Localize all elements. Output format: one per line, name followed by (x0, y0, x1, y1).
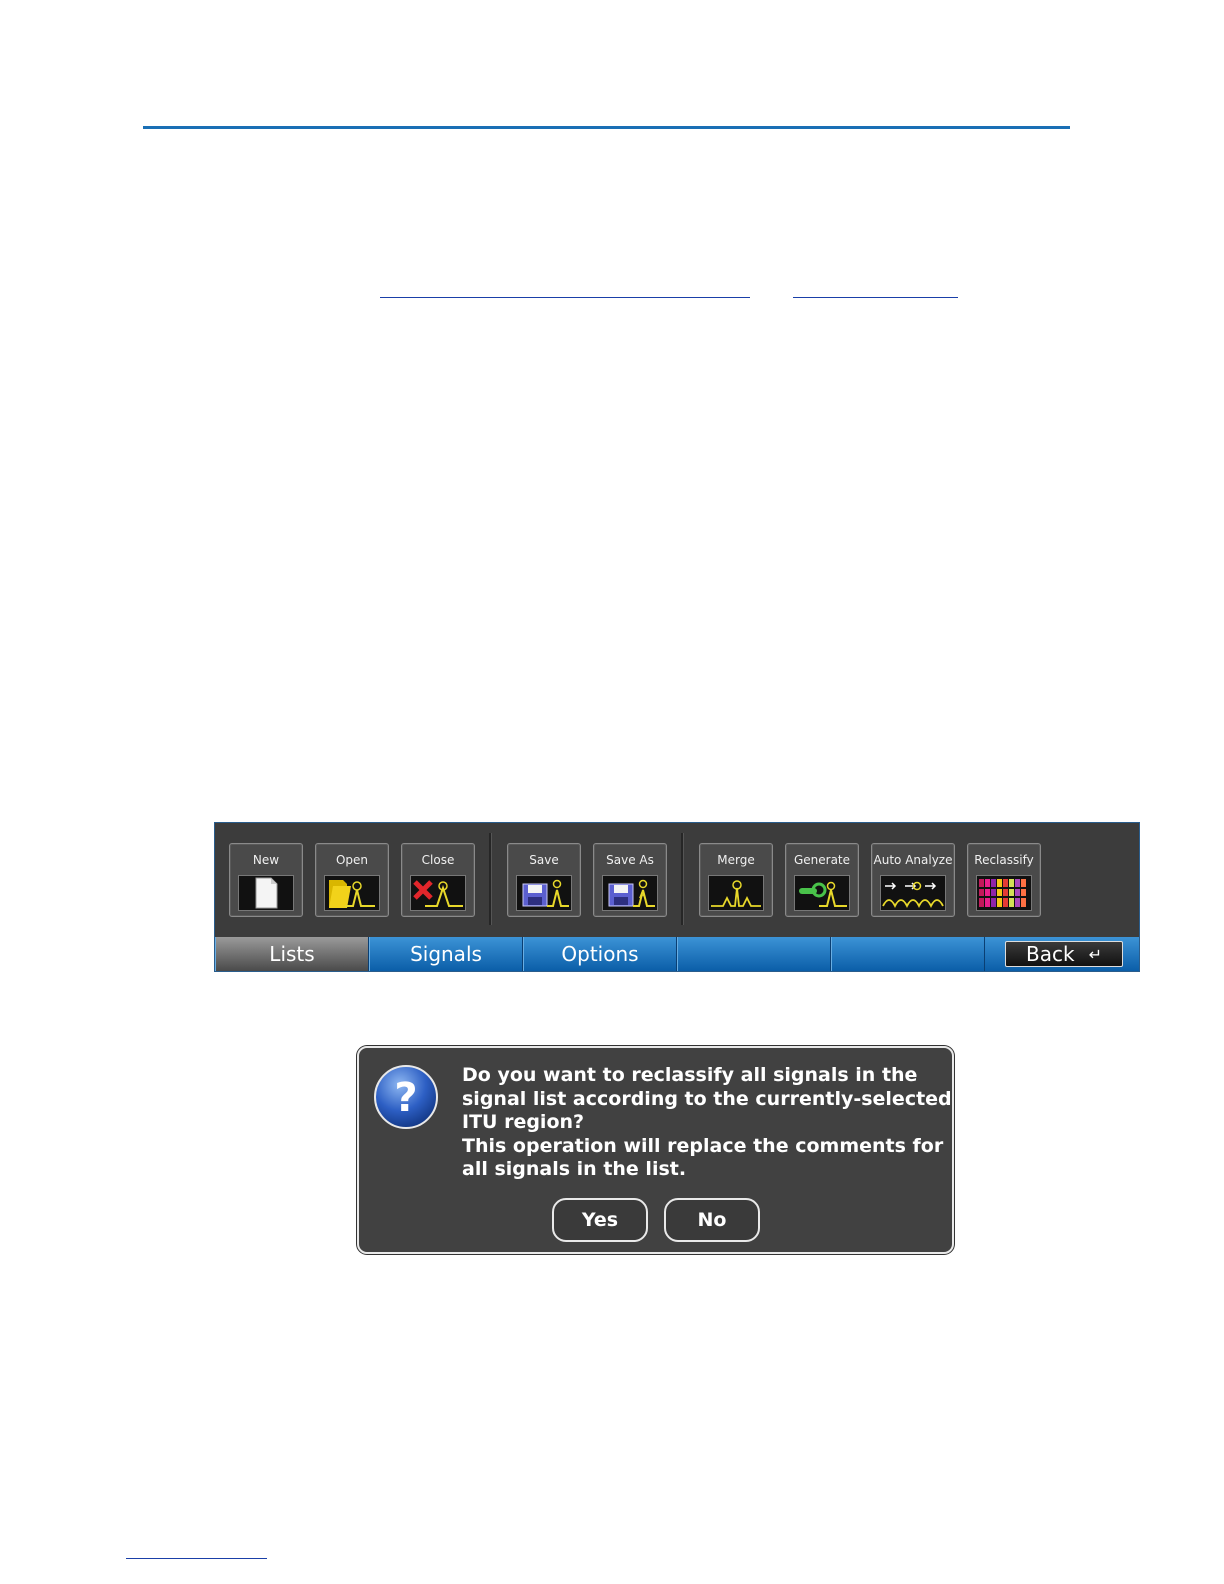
yes-label: Yes (581, 1209, 619, 1231)
tab-options[interactable]: Options (523, 937, 677, 971)
tab-label: Lists (269, 942, 315, 966)
generate-button[interactable]: Generate (785, 843, 859, 917)
reclassify-icon (976, 875, 1032, 911)
tab-lists[interactable]: Lists (215, 937, 369, 971)
return-arrow-icon: ↵ (1088, 944, 1102, 964)
button-label: Close (421, 853, 455, 867)
message-line: Do you want to reclassify all signals in… (462, 1064, 918, 1086)
merge-icon (708, 875, 764, 911)
generate-icon (794, 875, 850, 911)
open-button[interactable]: Open (315, 843, 389, 917)
save-button[interactable]: Save (507, 843, 581, 917)
reclassify-button[interactable]: Reclassify (967, 843, 1041, 917)
close-list-icon (410, 875, 466, 911)
tab-empty-2[interactable] (831, 937, 985, 971)
toolbar-divider (681, 833, 684, 925)
message-line: ITU region? (462, 1111, 585, 1133)
auto-analyze-button[interactable]: Auto Analyze (871, 843, 955, 917)
tab-label: Options (561, 942, 639, 966)
button-label: Auto Analyze (873, 853, 953, 867)
tab-label: Signals (410, 942, 482, 966)
reclassify-confirm-dialog: ? Do you want to reclassify all signals … (357, 1046, 954, 1254)
hyperlink-underline[interactable] (380, 297, 750, 298)
save-as-button[interactable]: Save As A (593, 843, 667, 917)
button-label: Reclassify (974, 853, 1034, 867)
yes-button[interactable]: Yes (552, 1198, 648, 1242)
toolbar-divider (489, 833, 492, 925)
auto-analyze-icon (880, 875, 946, 911)
tab-signals[interactable]: Signals (369, 937, 523, 971)
button-label: Open (335, 853, 369, 867)
footnote-rule (126, 1558, 267, 1559)
save-disk-icon (516, 875, 572, 911)
tab-empty-1[interactable] (677, 937, 831, 971)
toolbar-button-row: New Open Close Save Save As A Merge Gene… (215, 823, 1139, 937)
message-line: all signals in the list. (462, 1158, 687, 1180)
signal-list-toolbar: New Open Close Save Save As A Merge Gene… (214, 822, 1140, 972)
merge-button[interactable]: Merge (699, 843, 773, 917)
hyperlink-underline[interactable] (793, 297, 958, 298)
header-rule (143, 126, 1070, 129)
button-label: Merge (717, 853, 755, 867)
open-folder-icon (324, 875, 380, 911)
no-button[interactable]: No (664, 1198, 760, 1242)
question-glyph: ? (394, 1075, 417, 1121)
message-line: signal list according to the currently-s… (462, 1087, 952, 1110)
message-line: This operation will replace the comments… (462, 1134, 944, 1157)
button-label: New (252, 853, 280, 867)
button-label: Generate (793, 853, 851, 867)
button-label: Save (529, 853, 559, 867)
no-label: No (697, 1209, 727, 1231)
svg-text:A: A (639, 891, 646, 901)
new-button[interactable]: New (229, 843, 303, 917)
save-as-disk-icon: A (602, 875, 658, 911)
button-label: Save As (606, 853, 654, 867)
back-label: Back (1026, 942, 1075, 966)
new-document-icon (238, 875, 294, 911)
dialog-message: Do you want to reclassify all signals in… (462, 1064, 952, 1182)
question-icon: ? (373, 1064, 439, 1130)
back-button[interactable]: Back ↵ (1005, 941, 1123, 967)
softkey-tab-bar: Lists Signals Options Back ↵ (215, 937, 1139, 971)
close-button[interactable]: Close (401, 843, 475, 917)
